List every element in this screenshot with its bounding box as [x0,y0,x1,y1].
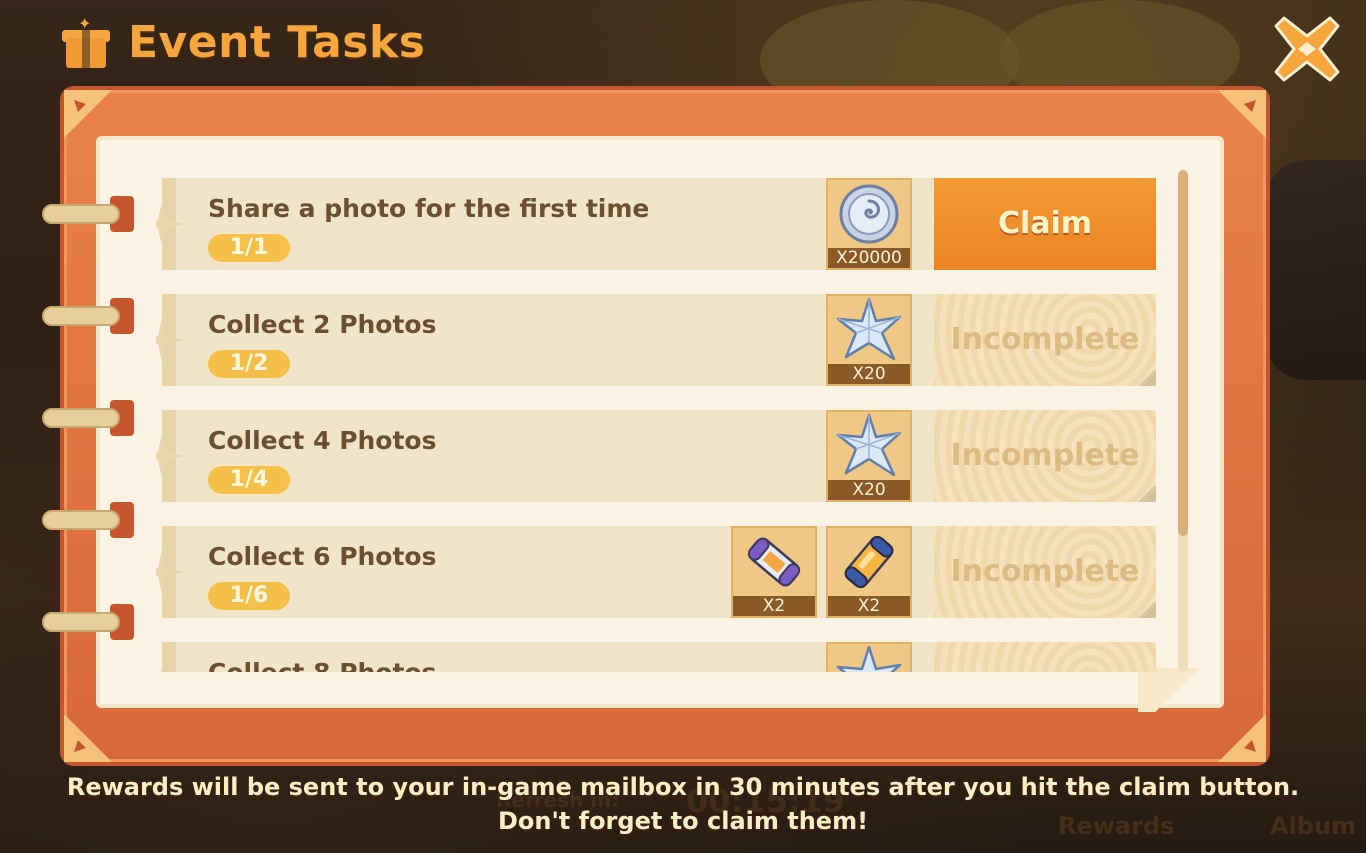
reward-quantity: X20 [828,480,910,500]
reward-item[interactable] [826,642,912,672]
reward-item[interactable]: X20000 [826,178,912,270]
task-row: Collect 2 Photos 1/2 X20 Incomplete [156,294,1156,386]
binder-ring [42,502,134,538]
gift-icon: ✦ [60,14,112,70]
claim-button[interactable]: Claim [934,178,1156,270]
task-name: Collect 2 Photos [208,310,437,339]
incomplete-button[interactable]: Incomplete [934,410,1156,502]
task-name: Collect 6 Photos [208,542,437,571]
reward-item[interactable]: X20 [826,410,912,502]
paper-fold [1138,668,1216,712]
page-title: Event Tasks [128,16,426,68]
incomplete-label: Incomplete [950,322,1140,357]
sparkle-icon [156,318,184,362]
binder-ring [42,604,134,640]
scrollbar-thumb[interactable] [1178,170,1188,536]
reward-quantity: X20 [828,364,910,384]
reward-quantity: X2 [828,596,910,616]
crystal-star-icon [836,413,902,477]
crystal-star-icon [836,297,902,361]
corner-ornament-icon [64,714,112,762]
corner-ornament-icon [1218,90,1266,138]
incomplete-button[interactable] [934,642,1156,672]
close-button[interactable] [1272,14,1342,84]
reward-item[interactable]: X20 [826,294,912,386]
task-list[interactable]: Share a photo for the first time 1/1 X20… [156,178,1166,672]
task-name: Collect 8 Photos [208,658,437,672]
background-character [1266,160,1366,380]
sparkle-icon [156,550,184,594]
close-icon [1274,16,1340,82]
task-row: Share a photo for the first time 1/1 X20… [156,178,1156,270]
reward-notice: Rewards will be sent to your in-game mai… [66,773,1300,835]
reward-item[interactable]: X2 [826,526,912,618]
task-progress-badge: 1/4 [208,466,290,494]
panel-header: ✦ Event Tasks [60,14,425,70]
purple-capsule-icon [747,537,801,587]
reward-quantity: X20000 [828,248,910,268]
sparkle-icon [156,434,184,478]
task-row: Collect 6 Photos 1/6 X2 X2 Incomplete [156,526,1156,618]
reward-quantity: X2 [733,596,815,616]
coin-icon [839,184,899,244]
task-name: Share a photo for the first time [208,194,650,223]
task-progress-badge: 1/6 [208,582,290,610]
binder-ring [42,196,134,232]
binder-ring [42,400,134,436]
sparkle-icon [156,202,184,246]
task-row: Collect 4 Photos 1/4 X20 Incomplete [156,410,1156,502]
binder-ring [42,298,134,334]
incomplete-button[interactable]: Incomplete [934,526,1156,618]
crystal-star-icon [836,645,902,672]
incomplete-label: Incomplete [950,554,1140,589]
incomplete-label: Incomplete [950,438,1140,473]
task-name: Collect 4 Photos [208,426,437,455]
reward-item[interactable]: X2 [731,526,817,618]
list-scrollbar[interactable] [1178,170,1188,672]
incomplete-button[interactable]: Incomplete [934,294,1156,386]
corner-ornament-icon [1218,714,1266,762]
corner-ornament-icon [64,90,112,138]
task-row: Collect 8 Photos [156,642,1156,672]
gold-capsule-icon [844,535,894,589]
sparkle-icon [160,666,164,672]
task-progress-badge: 1/1 [208,234,290,262]
task-progress-badge: 1/2 [208,350,290,378]
